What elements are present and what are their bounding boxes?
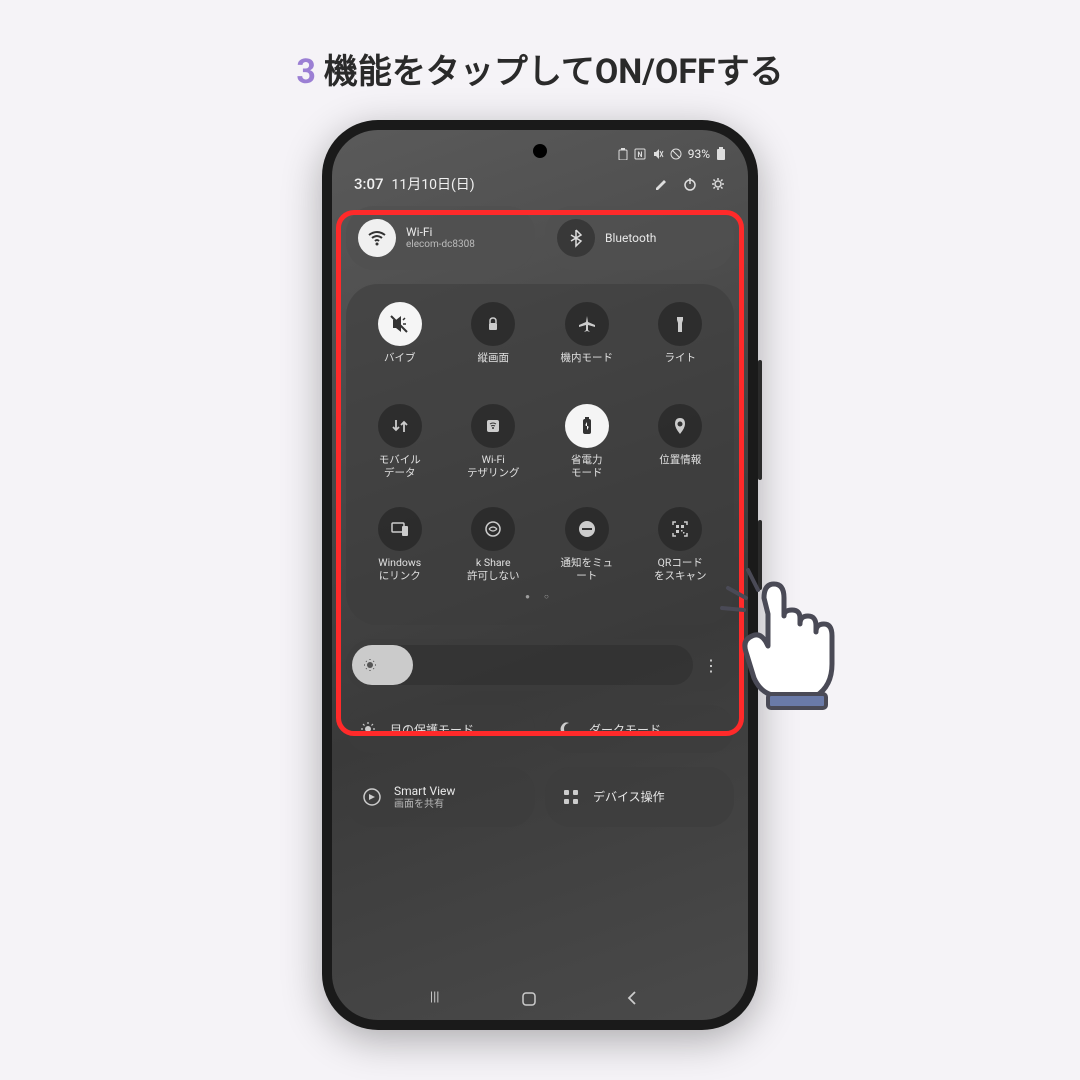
- dnd-status-icon: [670, 148, 682, 160]
- moon-icon: [559, 721, 579, 737]
- mobiledata-icon: [378, 404, 422, 448]
- smartview-label: Smart View: [394, 784, 455, 798]
- eye-comfort-toggle[interactable]: 目の保護モード: [346, 705, 535, 753]
- mobiledata-label: モバイル データ: [379, 454, 421, 479]
- flashlight-label: ライト: [665, 352, 697, 376]
- cast-icon: [360, 785, 384, 809]
- quickshare-label: k Share 許可しない: [467, 557, 520, 582]
- front-camera: [533, 144, 547, 158]
- wifi-icon: [358, 219, 396, 257]
- instruction-title: 3機能をタップしてON/OFFする: [0, 0, 1080, 93]
- sun-icon: [360, 721, 380, 737]
- rotation-label: 縦画面: [478, 352, 510, 376]
- battery-percent: 93%: [688, 147, 710, 161]
- airplane-tile[interactable]: 機内モード: [543, 302, 631, 376]
- dark-mode-toggle[interactable]: ダークモード: [545, 705, 734, 753]
- bluetooth-label: Bluetooth: [605, 231, 656, 245]
- airplane-label: 機内モード: [561, 352, 614, 376]
- power-icon[interactable]: [680, 174, 700, 194]
- phone-screen: N 93% 3:07 11月10日(日): [332, 130, 748, 1020]
- svg-text:N: N: [637, 151, 642, 159]
- date-label: 11月10日(日): [392, 174, 644, 194]
- bluetooth-tile[interactable]: Bluetooth: [545, 206, 734, 270]
- powersave-label: 省電力 モード: [571, 454, 603, 479]
- windowslink-tile[interactable]: Windows にリンク: [356, 507, 444, 582]
- location-icon: [658, 404, 702, 448]
- recent-apps-button[interactable]: |||: [415, 990, 455, 1008]
- wifi-tile[interactable]: Wi-Fi elecom-dc8308: [346, 206, 535, 270]
- dnd-icon: [565, 507, 609, 551]
- quick-settings-area: Wi-Fi elecom-dc8308 Bluetooth: [332, 200, 748, 625]
- flashlight-icon: [658, 302, 702, 346]
- vibrate-icon: [378, 302, 422, 346]
- volume-button[interactable]: [758, 360, 762, 480]
- qrscan-icon: [658, 507, 702, 551]
- location-tile[interactable]: 位置情報: [637, 404, 725, 479]
- tethering-label: Wi-Fi テザリング: [467, 454, 520, 479]
- dark-mode-label: ダークモード: [589, 721, 661, 738]
- bluetooth-icon: [557, 219, 595, 257]
- quickshare-tile[interactable]: k Share 許可しない: [450, 507, 538, 582]
- panel-header: 3:07 11月10日(日): [332, 168, 748, 200]
- tethering-icon: [471, 404, 515, 448]
- navigation-bar: |||: [332, 990, 748, 1008]
- lock-rotation-icon: [471, 302, 515, 346]
- tap-hand-icon: [708, 554, 848, 714]
- edit-icon[interactable]: [652, 174, 672, 194]
- vibrate-tile[interactable]: バイブ: [356, 302, 444, 376]
- rotation-tile[interactable]: 縦画面: [450, 302, 538, 376]
- vibrate-label: バイブ: [384, 352, 416, 376]
- phone-frame: N 93% 3:07 11月10日(日): [322, 120, 758, 1030]
- step-number: 3: [296, 52, 316, 92]
- airplane-icon: [565, 302, 609, 346]
- device-control-tile[interactable]: デバイス操作: [545, 767, 734, 827]
- brightness-panel: ⋮: [346, 639, 734, 691]
- grid-icon: [559, 785, 583, 809]
- clock-time: 3:07: [354, 175, 384, 193]
- tiles-panel: バイブ 縦画面 機内モード: [346, 284, 734, 625]
- home-button[interactable]: [520, 990, 560, 1008]
- brightness-icon: [362, 657, 378, 673]
- mobiledata-tile[interactable]: モバイル データ: [356, 404, 444, 479]
- mute-label: 通知をミュ ート: [561, 557, 614, 582]
- page-indicator: ● ○: [356, 592, 724, 601]
- tethering-tile[interactable]: Wi-Fi テザリング: [450, 404, 538, 479]
- mute-tile[interactable]: 通知をミュ ート: [543, 507, 631, 582]
- quickshare-icon: [471, 507, 515, 551]
- step-text: 機能をタップしてON/OFFする: [324, 52, 784, 92]
- mute-icon: [652, 148, 664, 160]
- battery-card-icon: [618, 148, 628, 160]
- smartview-tile[interactable]: Smart View 画面を共有: [346, 767, 535, 827]
- windowslink-icon: [378, 507, 422, 551]
- back-button[interactable]: [625, 990, 665, 1008]
- eye-comfort-label: 目の保護モード: [390, 721, 474, 738]
- windowslink-label: Windows にリンク: [378, 557, 421, 582]
- brightness-slider[interactable]: [352, 645, 693, 685]
- flashlight-tile[interactable]: ライト: [637, 302, 725, 376]
- qrscan-label: QRコード をスキャン: [654, 557, 707, 582]
- powersave-icon: [565, 404, 609, 448]
- location-label: 位置情報: [659, 454, 701, 478]
- smartview-sub: 画面を共有: [394, 799, 455, 811]
- powersave-tile[interactable]: 省電力 モード: [543, 404, 631, 479]
- wifi-network: elecom-dc8308: [406, 239, 475, 251]
- battery-icon: [716, 147, 726, 161]
- device-control-label: デバイス操作: [593, 790, 665, 804]
- settings-icon[interactable]: [708, 174, 728, 194]
- nfc-icon: N: [634, 148, 646, 160]
- wifi-label: Wi-Fi: [406, 225, 475, 239]
